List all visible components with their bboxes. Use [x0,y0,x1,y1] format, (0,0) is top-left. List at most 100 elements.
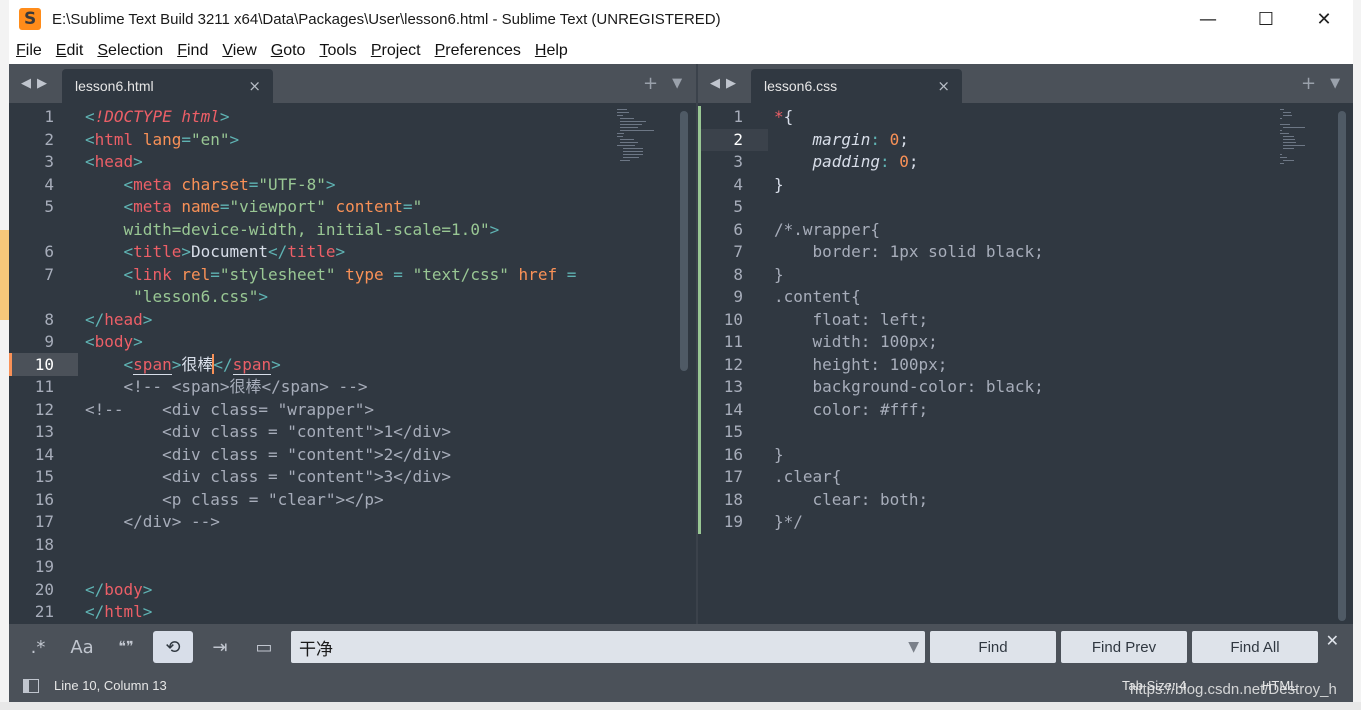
code-line: float: left; [774,309,929,329]
line-number: 20 [34,579,54,599]
sidebar-toggle-icon[interactable] [23,679,39,693]
line-number-gutter: 1 2 3 4 5 6 7 8 9 10 11 12 13 14 15 16 1… [9,103,78,624]
code-line: <head> [85,152,143,171]
code-line: background-color: black; [774,377,1044,396]
tab-list-icon[interactable]: ▼ [672,76,682,91]
close-find-panel-icon[interactable]: ✕ [1326,631,1339,650]
line-number: 9 [44,332,54,351]
menu-bar: File Edit Selection Find View Goto Tools… [9,38,1353,64]
line-number: 11 [723,332,743,351]
minimap-html[interactable] [615,107,655,167]
case-sensitive-toggle[interactable]: Aa [65,631,99,663]
line-number: 2 [44,129,54,149]
code-line-active: margin: 0; [812,129,909,149]
editor-pane-html[interactable]: 1 2 3 4 5 6 7 8 9 10 11 12 13 14 15 16 1… [9,103,696,624]
code-line: border: 1px solid black; [774,242,1044,261]
line-number: 7 [733,242,743,261]
tab-next-icon[interactable]: ▶ [37,76,47,91]
line-number: 16 [723,444,743,464]
find-prev-button[interactable]: Find Prev [1061,631,1187,663]
menu-tools[interactable]: Tools [319,42,356,60]
close-window-button[interactable]: ✕ [1295,0,1353,38]
tab-close-icon[interactable]: × [248,77,261,95]
code-line: padding: 0; [812,152,919,171]
maximize-button[interactable]: ☐ [1237,0,1295,38]
menu-preferences[interactable]: Preferences [435,42,521,60]
line-number: 6 [44,242,54,261]
line-number: 5 [733,197,743,216]
find-button[interactable]: Find [930,631,1056,663]
minimize-button[interactable]: — [1179,0,1237,38]
line-number: 16 [34,489,54,509]
find-query: 干净 [299,639,333,659]
highlight-matches-toggle[interactable]: ▭ [247,631,281,663]
line-number-active: 2 [733,129,743,149]
find-all-button[interactable]: Find All [1192,631,1318,663]
line-number: 18 [34,534,54,554]
code-css[interactable]: *{ margin: 0; padding: 0; } /*.wrapper{ … [774,103,1274,624]
line-number: 12 [34,399,54,419]
find-input[interactable]: 干净 ▼ [291,631,925,663]
code-line: } [774,444,784,464]
find-panel: .* Aa ❝❞ ⟲ ⇥ ▭ 干净 ▼ Find Find Prev Find … [9,624,1353,670]
tab-prev-icon[interactable]: ◀ [21,76,31,91]
tab-lesson6-css[interactable]: lesson6.css × [751,69,962,103]
editor-pane-css[interactable]: 1 2 3 4 5 6 7 8 9 10 11 12 13 14 15 16 1… [698,103,1353,624]
line-number: 12 [723,354,743,374]
new-tab-icon[interactable]: + [643,73,658,94]
menu-help[interactable]: Help [535,42,568,60]
line-number-gutter: 1 2 3 4 5 6 7 8 9 10 11 12 13 14 15 16 1… [698,103,765,624]
tab-lesson6-html[interactable]: lesson6.html × [62,69,273,103]
code-line: clear: both; [774,489,929,509]
code-line-wrapped: "lesson6.css"> [133,287,269,306]
cursor-position: Line 10, Column 13 [54,678,167,693]
line-number: 7 [44,264,54,284]
menu-project[interactable]: Project [371,42,421,60]
tab-close-icon[interactable]: × [937,77,950,95]
whole-word-toggle[interactable]: ❝❞ [109,631,143,663]
line-number: 4 [44,174,54,194]
sublime-app-icon [19,8,41,30]
menu-find[interactable]: Find [177,42,208,60]
line-number: 14 [723,399,743,419]
right-group-tools: + ▼ [1287,64,1340,103]
code-line: } [774,174,784,194]
tab-strip: ◀ ▶ lesson6.html × + ▼ ◀ ▶ lesson6.css ×… [9,64,1353,103]
scrollbar-html[interactable] [680,111,688,371]
window-controls: — ☐ ✕ [1179,0,1353,38]
menu-view[interactable]: View [222,42,256,60]
code-line-wrapped: width=device-width, initial-scale=1.0"> [123,219,500,239]
in-selection-toggle[interactable]: ⇥ [203,631,237,663]
code-line: <body> [85,332,143,351]
code-html[interactable]: <!DOCTYPE html> <html lang="en"> <head> … [85,103,625,624]
scrollbar-css[interactable] [1338,111,1346,621]
tab-next-icon[interactable]: ▶ [726,76,736,91]
code-line: <div class = "content">3</div> [85,467,452,486]
new-tab-icon[interactable]: + [1301,73,1316,94]
left-group-nav: ◀ ▶ [21,64,47,103]
menu-file[interactable]: File [16,42,42,60]
code-line: <!-- <div class= "wrapper"> [85,399,374,419]
line-number: 5 [44,197,54,216]
tab-prev-icon[interactable]: ◀ [710,76,720,91]
background-window-edge-left [0,0,9,710]
code-line: <!-- <span>很棒</span> --> [85,377,368,396]
code-line: </head> [85,309,153,329]
menu-goto[interactable]: Goto [271,42,306,60]
line-number: 17 [34,512,54,531]
line-number: 1 [733,107,743,126]
find-history-dropdown-icon[interactable]: ▼ [908,639,919,655]
line-number-active: 10 [34,354,54,374]
tab-list-icon[interactable]: ▼ [1330,76,1340,91]
wrap-toggle[interactable]: ⟲ [153,631,193,663]
line-number: 9 [733,287,743,306]
code-line: width: 100px; [774,332,938,351]
minimap-css[interactable] [1278,107,1318,167]
right-group-nav: ◀ ▶ [710,64,736,103]
menu-selection[interactable]: Selection [97,42,163,60]
regex-toggle[interactable]: .* [21,631,55,663]
menu-edit[interactable]: Edit [56,42,84,60]
code-line: *{ [774,107,794,126]
background-bottom-strip [0,702,1361,710]
code-line: </body> [85,579,153,599]
